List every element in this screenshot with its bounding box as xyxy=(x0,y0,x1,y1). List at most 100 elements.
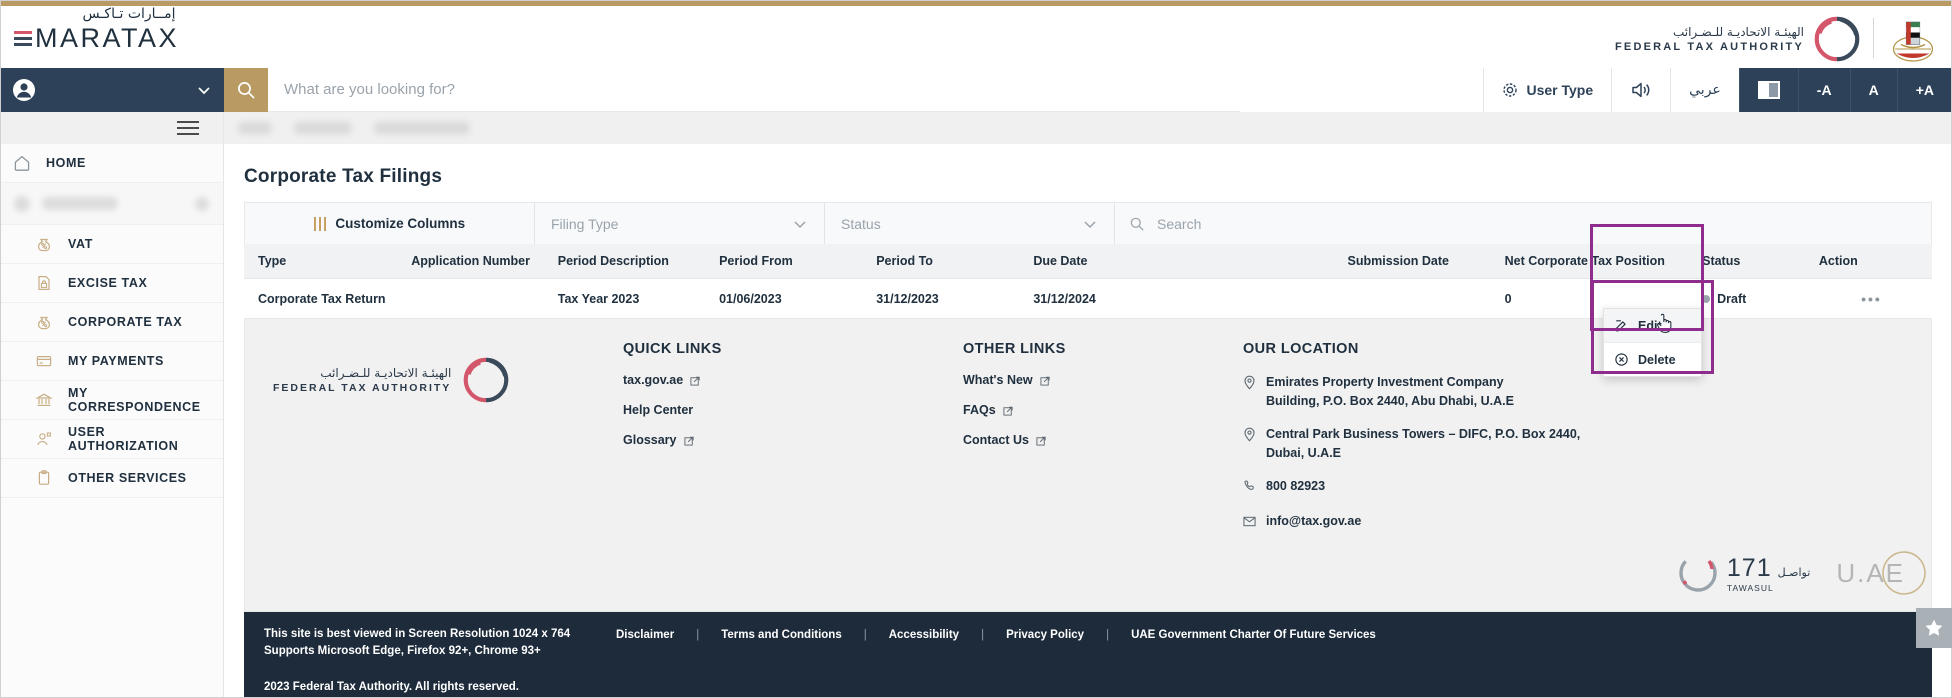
sidebar-item-my-correspondence-label: MY CORRESPONDENCE xyxy=(68,386,201,414)
global-search-input[interactable] xyxy=(268,68,1240,111)
other-link-faqs[interactable]: FAQs xyxy=(963,403,1243,417)
column-header-period-description[interactable]: Period Description xyxy=(549,244,712,279)
search-submit-button[interactable] xyxy=(224,68,268,112)
status-placeholder: Status xyxy=(841,215,881,232)
columns-icon xyxy=(313,216,327,231)
quick-link-glossary-label: Glossary xyxy=(623,433,677,447)
sidebar-item-my-payments[interactable]: MY PAYMENTS xyxy=(0,342,223,381)
external-link-icon xyxy=(683,436,694,446)
delete-icon xyxy=(1615,353,1628,366)
column-header-period-to[interactable]: Period To xyxy=(868,244,1026,279)
column-header-period-from[interactable]: Period From xyxy=(711,244,869,279)
column-header-submission-date[interactable]: Submission Date xyxy=(1339,244,1497,279)
map-pin-icon xyxy=(1243,425,1257,463)
phone-icon xyxy=(1243,477,1257,498)
footer-our-location: OUR LOCATION Emirates Property Investmen… xyxy=(1243,341,1903,547)
column-header-type[interactable]: Type xyxy=(244,244,404,279)
footer-fta-arabic: الهيئـة الاتحاديـة للـضـرائب xyxy=(320,366,452,380)
quick-links-heading: QUICK LINKS xyxy=(623,341,722,357)
fta-arabic-name: الهيئـة الاتحاديـة للـضـرائب xyxy=(1672,25,1804,39)
font-decrease-button[interactable]: -A xyxy=(1797,68,1850,112)
sidebar-item-corporate-tax[interactable]: CORPORATE TAX xyxy=(0,303,223,342)
sidebar-item-user-authorization[interactable]: USER AUTHORIZATION xyxy=(0,420,223,459)
footer-copyright: 2023 Federal Tax Authority. All rights r… xyxy=(264,681,520,693)
filings-panel: Customize Columns Filing Type Status Sea… xyxy=(224,202,1952,320)
tawasul-text: 171 تواصـل TAWASUL xyxy=(1727,554,1810,593)
our-location-heading: OUR LOCATION xyxy=(1243,341,1359,357)
action-menu-item-edit[interactable]: Edit xyxy=(1604,309,1701,343)
sidebar-item-other-services[interactable]: OTHER SERVICES xyxy=(0,459,223,498)
font-increase-button[interactable]: +A xyxy=(1896,68,1952,112)
column-header-application-number[interactable]: Application Number xyxy=(403,244,550,279)
row-action-menu-button[interactable]: ••• xyxy=(1819,291,1924,307)
feedback-tab-button[interactable] xyxy=(1916,608,1952,648)
money-bag-percent-icon xyxy=(34,234,54,254)
breadcrumb-item-redacted[interactable] xyxy=(374,122,470,134)
browser-support-line2: Supports Microsoft Edge, Firefox 92+, Ch… xyxy=(264,645,541,657)
footer-link-uae-government-charter[interactable]: UAE Government Charter Of Future Service… xyxy=(1109,629,1398,641)
sidebar-item-other-services-label: OTHER SERVICES xyxy=(68,471,187,485)
location-email[interactable]: info@tax.gov.ae xyxy=(1243,512,1903,533)
footer-link-accessibility[interactable]: Accessibility xyxy=(867,629,981,641)
map-pin-icon xyxy=(1243,373,1257,411)
text-to-speech-button[interactable] xyxy=(1611,68,1671,112)
quick-link-help-center[interactable]: Help Center xyxy=(623,403,963,417)
cell-application-number xyxy=(403,278,550,320)
sidebar-item-home[interactable]: HOME xyxy=(0,144,223,183)
other-link-contact-us[interactable]: Contact Us xyxy=(963,433,1243,447)
filing-type-select[interactable]: Filing Type xyxy=(535,203,825,244)
column-header-status[interactable]: Status xyxy=(1694,244,1811,279)
sidebar: HOME VAT EXCISE TAX CORPORATE TAX MY PAY… xyxy=(0,112,224,698)
column-header-action[interactable]: Action xyxy=(1810,244,1932,279)
star-icon xyxy=(1925,619,1943,636)
tawasul-label: TAWASUL xyxy=(1726,582,1774,593)
footer-link-terms-and-conditions[interactable]: Terms and Conditions xyxy=(699,629,864,641)
clipboard-icon xyxy=(34,468,54,488)
sidebar-item-my-correspondence[interactable]: MY CORRESPONDENCE xyxy=(0,381,223,420)
fta-header-logo: الهيئـة الاتحاديـة للـضـرائب FEDERAL TAX… xyxy=(1615,16,1860,62)
emaratax-e-mark-icon xyxy=(14,30,32,46)
sidebar-item-excise-tax-label: EXCISE TAX xyxy=(68,276,148,290)
quick-link-glossary[interactable]: Glossary xyxy=(623,433,963,447)
footer-legal-links: Disclaimer | Terms and Conditions | Acce… xyxy=(594,626,1398,641)
location-phone[interactable]: 800 82923 xyxy=(1243,477,1903,498)
footer-link-disclaimer[interactable]: Disclaimer xyxy=(594,629,696,641)
other-link-whats-new-label: What's New xyxy=(963,373,1033,387)
location-address-1-text: Emirates Property Investment Company Bui… xyxy=(1266,375,1514,408)
uae-logo[interactable]: U.AE xyxy=(1836,551,1926,595)
home-icon xyxy=(12,153,32,173)
cell-type: Corporate Tax Return xyxy=(244,278,404,320)
font-decrease-label: -A xyxy=(1816,82,1832,98)
footer-quick-links: QUICK LINKS tax.gov.ae Help Center Gloss… xyxy=(623,341,963,547)
sidebar-account-selector[interactable] xyxy=(0,183,223,225)
contrast-toggle-button[interactable] xyxy=(1738,68,1798,112)
breadcrumb-item-redacted[interactable] xyxy=(294,122,352,134)
quick-link-tax-gov-ae[interactable]: tax.gov.ae xyxy=(623,373,963,387)
cell-status: Draft xyxy=(1694,278,1811,320)
location-phone-text: 800 82923 xyxy=(1266,479,1326,493)
breadcrumb xyxy=(224,112,1952,144)
cell-due-date: 31/12/2024 xyxy=(1025,278,1340,320)
sidebar-item-vat[interactable]: VAT xyxy=(0,225,223,264)
tawasul-logo[interactable]: 171 تواصـل TAWASUL xyxy=(1675,551,1810,595)
table-header-row: Type Application Number Period Descripti… xyxy=(244,244,1932,279)
font-normal-button[interactable]: A xyxy=(1849,68,1897,112)
table-search-field[interactable]: Search xyxy=(1115,203,1931,244)
user-type-button[interactable]: User Type xyxy=(1483,68,1612,112)
action-menu-item-delete[interactable]: Delete xyxy=(1604,343,1701,376)
fta-header-text: الهيئـة الاتحاديـة للـضـرائب FEDERAL TAX… xyxy=(1615,25,1804,53)
other-link-whats-new[interactable]: What's New xyxy=(963,373,1243,387)
customize-columns-button[interactable]: Customize Columns xyxy=(245,203,535,244)
language-toggle-arabic[interactable]: عربي xyxy=(1670,68,1739,112)
user-type-selector[interactable] xyxy=(0,68,224,112)
footer-link-privacy-policy[interactable]: Privacy Policy xyxy=(984,629,1106,641)
status-select[interactable]: Status xyxy=(825,203,1115,244)
breadcrumb-item-redacted[interactable] xyxy=(238,122,272,134)
column-header-net-position[interactable]: Net Corporate Tax Position xyxy=(1496,244,1695,279)
hamburger-menu-icon[interactable] xyxy=(177,121,199,135)
filings-table-head: Type Application Number Period Descripti… xyxy=(244,244,1932,279)
sidebar-item-excise-tax[interactable]: EXCISE TAX xyxy=(0,264,223,303)
emaratax-logo[interactable]: إمــارات تـاكـس MARATAX xyxy=(14,6,244,53)
column-header-due-date[interactable]: Due Date xyxy=(1025,244,1340,279)
status-badge: Draft xyxy=(1702,292,1803,306)
